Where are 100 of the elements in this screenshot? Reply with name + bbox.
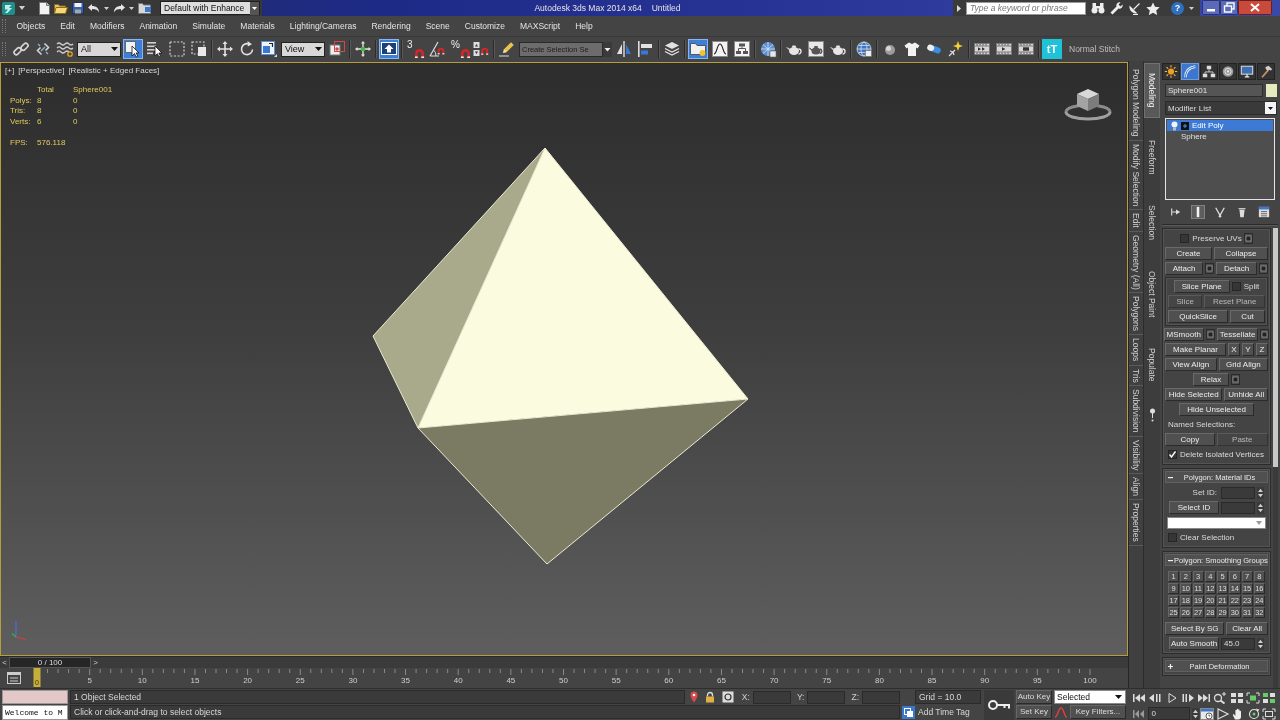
- four-squares-icon[interactable]: [1229, 691, 1244, 704]
- ribbon-tab[interactable]: Freeform: [1145, 130, 1159, 183]
- undo-icon[interactable]: [88, 3, 100, 13]
- auto-key-button[interactable]: Auto Key: [1016, 690, 1052, 704]
- coordinate-field[interactable]: [807, 690, 846, 704]
- panel-button[interactable]: QuickSlice: [1168, 310, 1229, 323]
- next-frame-button[interactable]: >: [91, 657, 100, 668]
- window-icon[interactable]: [1260, 329, 1270, 340]
- panel-button[interactable]: Z: [1255, 343, 1268, 356]
- close-icon[interactable]: [1238, 0, 1272, 15]
- ribbon-panel-label[interactable]: Properties: [1129, 500, 1143, 547]
- panel-button[interactable]: Copy: [1165, 433, 1215, 446]
- modifier-list-dropdown[interactable]: Modifier List: [1165, 101, 1277, 115]
- zoom-icon[interactable]: [1213, 691, 1228, 704]
- menu-item[interactable]: Simulate: [184, 17, 233, 35]
- new-file-icon[interactable]: [39, 1, 50, 15]
- step-back-icon[interactable]: [1148, 691, 1163, 704]
- panel-button[interactable]: Select ID: [1169, 501, 1219, 514]
- menu-item[interactable]: Customize: [457, 17, 513, 35]
- panel-button[interactable]: Make Planar: [1165, 343, 1226, 356]
- listener-input[interactable]: [2, 690, 68, 704]
- panel-button[interactable]: Collapse: [1213, 247, 1268, 260]
- number-field[interactable]: [1221, 486, 1255, 499]
- binoculars-icon[interactable]: [1091, 2, 1105, 14]
- viewport-menu[interactable]: [Realistic + Edged Faces]: [68, 66, 160, 75]
- modifier-stack[interactable]: Edit Poly Sphere: [1165, 118, 1275, 200]
- search-field[interactable]: Type a keyword or phrase: [966, 1, 1086, 15]
- ribbon-panel-label[interactable]: Visibility: [1129, 436, 1143, 475]
- help-button[interactable]: ?: [1171, 1, 1184, 15]
- snap-toggle[interactable]: 3: [405, 39, 425, 59]
- maximize-icon[interactable]: [1262, 707, 1276, 720]
- list-window-icon[interactable]: [1257, 205, 1271, 219]
- minus-icon[interactable]: [1168, 557, 1173, 563]
- spinner-magnet-icon[interactable]: [471, 39, 491, 59]
- skip-end-icon[interactable]: [1197, 691, 1211, 704]
- viewport-menu[interactable]: [+]: [5, 66, 15, 75]
- window-icon[interactable]: [1259, 263, 1268, 274]
- percent-snap-toggle[interactable]: %: [449, 39, 469, 59]
- plus-icon[interactable]: [1168, 663, 1173, 669]
- sun-icon[interactable]: [1162, 63, 1180, 80]
- folder-icon[interactable]: [54, 2, 68, 14]
- ribbon-tab[interactable]: Selection: [1145, 196, 1159, 249]
- viewport-menu[interactable]: [Perspective]: [18, 66, 65, 75]
- window-icon[interactable]: [1231, 374, 1241, 385]
- number-field[interactable]: 45.0: [1221, 637, 1255, 650]
- checkbox[interactable]: [1168, 533, 1177, 542]
- panel-button[interactable]: Slice Plane: [1173, 280, 1230, 293]
- ribbon-panel-label[interactable]: Geometry (All): [1129, 231, 1143, 294]
- hierarchy-icon[interactable]: [1200, 63, 1218, 80]
- menu-item[interactable]: Modifiers: [82, 17, 132, 35]
- skip-start-icon[interactable]: [1132, 707, 1146, 720]
- spinner-icon[interactable]: [1191, 707, 1199, 720]
- panel-button[interactable]: Auto Smooth: [1169, 637, 1219, 650]
- spinner-icon[interactable]: [1257, 637, 1264, 650]
- color-swatch-icon[interactable]: [1266, 84, 1277, 97]
- mirror-icon[interactable]: [614, 39, 634, 59]
- globe-icon[interactable]: [854, 39, 874, 59]
- workspace-dropdown[interactable]: Default with Enhance: [160, 1, 260, 15]
- four-squares-icon[interactable]: [1262, 691, 1276, 704]
- panel-button[interactable]: Y: [1241, 343, 1254, 356]
- dashed-square-block-icon[interactable]: [189, 39, 209, 59]
- panel-button[interactable]: Clear All: [1226, 622, 1268, 635]
- caret-icon[interactable]: [19, 6, 25, 10]
- dropdown[interactable]: All: [77, 41, 121, 57]
- cursor-box-icon[interactable]: [123, 39, 143, 59]
- key-mode-dropdown[interactable]: Selected: [1054, 690, 1126, 704]
- folder-window-icon[interactable]: [138, 2, 152, 14]
- cross-arrows-icon[interactable]: [353, 39, 373, 59]
- previous-frame-button[interactable]: <: [0, 657, 9, 668]
- overlapping-squares-icon[interactable]: [327, 39, 347, 59]
- number-field[interactable]: [1221, 501, 1255, 514]
- checkbox[interactable]: [1180, 234, 1190, 243]
- pin-icon[interactable]: [1148, 407, 1156, 422]
- nested-squares-icon[interactable]: [259, 39, 279, 59]
- stack-item[interactable]: Edit Poly: [1167, 120, 1273, 131]
- panel-button[interactable]: Tessellate: [1216, 328, 1259, 341]
- lock-icon[interactable]: [704, 691, 715, 703]
- panel-button[interactable]: X: [1227, 343, 1240, 356]
- bar-icon[interactable]: [1191, 205, 1205, 219]
- disc-icon[interactable]: [1219, 63, 1237, 80]
- key-filters-button[interactable]: Key Filters...: [1070, 705, 1126, 719]
- listener-output[interactable]: Welcome to M: [2, 705, 68, 720]
- time-tag-button[interactable]: Add Time Tag: [918, 707, 970, 717]
- panel-button[interactable]: Attach: [1165, 262, 1204, 275]
- star-icon[interactable]: [1146, 1, 1160, 15]
- window-icon[interactable]: [1205, 329, 1215, 340]
- frame-field[interactable]: 0: [1147, 707, 1190, 720]
- caret-icon[interactable]: [603, 41, 612, 57]
- ribbon-tab[interactable]: Modeling: [1144, 63, 1160, 118]
- step-forward-icon[interactable]: [1180, 691, 1195, 704]
- menu-item[interactable]: MAXScript: [512, 17, 568, 35]
- ribbon-panel-label[interactable]: Subdivision: [1129, 386, 1143, 437]
- caret-icon[interactable]: [957, 4, 961, 12]
- angle-magnet-icon[interactable]: [427, 39, 447, 59]
- dropdown[interactable]: [1167, 516, 1266, 529]
- monitor-icon[interactable]: [1238, 63, 1256, 80]
- time-slider-thumb[interactable]: < 0 / 100 >: [0, 657, 100, 668]
- panel-button[interactable]: Grid Align: [1218, 358, 1268, 371]
- minus-icon[interactable]: [1168, 474, 1173, 480]
- fork-icon[interactable]: [1213, 205, 1227, 219]
